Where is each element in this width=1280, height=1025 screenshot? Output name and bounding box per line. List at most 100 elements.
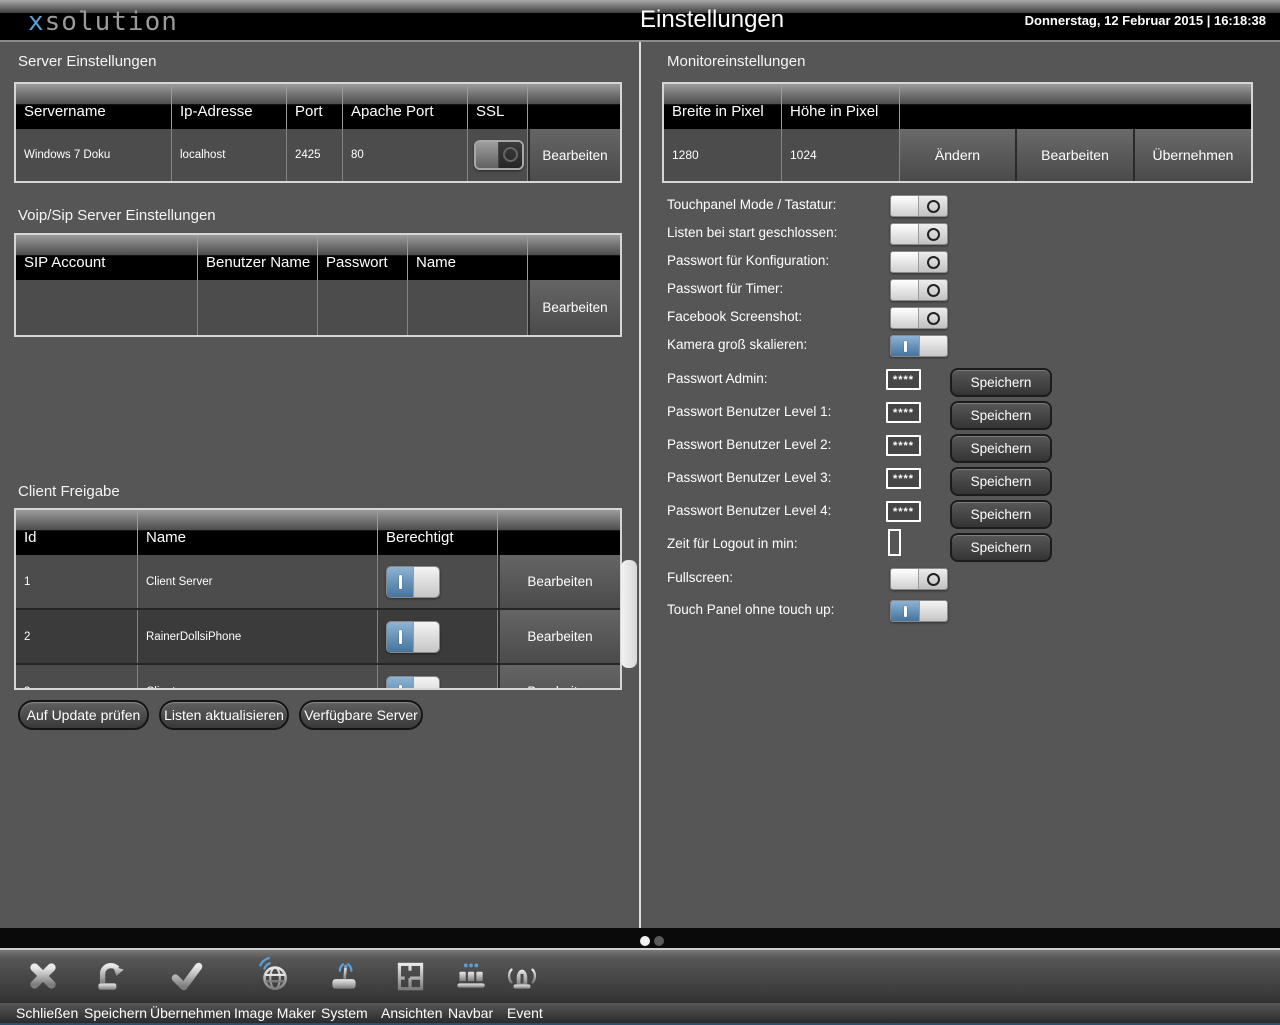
cell-name: Client [138,665,378,690]
logout-zeit-label: Zeit für Logout in min: [667,536,798,551]
client-row-3: 3 Client Bearbeiten [16,665,620,690]
monitor-edit-button[interactable]: Bearbeiten [1017,129,1133,181]
logout-zeit-save-button[interactable]: Speichern [950,533,1052,562]
logo-x: x [28,7,45,37]
fullscreen-toggle[interactable] [890,568,948,590]
client-row-1: 1 Client Server Bearbeiten [16,555,620,608]
monitor-change-button[interactable]: Ändern [900,129,1015,181]
voip-edit-button[interactable]: Bearbeiten [528,280,620,335]
col-actions [528,235,620,280]
col-servername: Servername [16,84,172,129]
app-logo: xsolution [28,7,178,37]
cell-breite: 1280 [664,129,782,181]
col-sip-account: SIP Account [16,235,198,280]
passwort-timer-label: Passwort für Timer: [667,281,783,296]
cell-passwort [318,280,408,335]
floorplan-icon[interactable] [391,957,429,995]
passwort-konfiguration-toggle[interactable] [890,251,948,273]
close-icon[interactable] [24,957,62,995]
touchpanel-mode-toggle[interactable] [890,195,948,217]
listen-geschlossen-toggle[interactable] [890,223,948,245]
cell-berechtigt [378,665,498,690]
berechtigt-toggle-2[interactable] [386,621,440,653]
voip-table-header: SIP Account Benutzer Name Passwort Name [16,235,620,280]
passwort-timer-toggle[interactable] [890,279,948,301]
passwort-admin-save-button[interactable]: Speichern [950,368,1052,397]
server-table-header: Servername Ip-Adresse Port Apache Port S… [16,84,620,129]
client-edit-button-1[interactable]: Bearbeiten [498,555,620,608]
col-name: Name [138,510,378,555]
toolbar-label-schliessen[interactable]: Schließen [16,1005,78,1021]
column-divider [639,42,641,928]
col-actions [528,84,620,129]
toolbar-label-speichern[interactable]: Speichern [84,1005,147,1021]
toolbar-label-bar: Schließen Speichern Übernehmen Image Mak… [0,1003,1280,1025]
monitor-table: Breite in Pixel Höhe in Pixel 1280 1024 … [662,82,1253,183]
cell-ssl [468,129,528,181]
bottom-toolbar [0,948,1280,1003]
client-edit-button-2[interactable]: Bearbeiten [498,610,620,663]
client-table-scrollbar[interactable] [621,560,637,668]
page-indicator-dot-inactive[interactable] [654,936,664,946]
facebook-screenshot-toggle[interactable] [890,307,948,329]
passwort-level4-field[interactable] [886,501,921,522]
monitor-table-row: 1280 1024 Ändern Bearbeiten Übernehmen [664,129,1251,181]
berechtigt-toggle-1[interactable] [386,566,440,598]
passwort-level3-save-button[interactable]: Speichern [950,467,1052,496]
toolbar-label-navbar[interactable]: Navbar [448,1005,493,1021]
server-table: Servername Ip-Adresse Port Apache Port S… [14,82,622,183]
col-port: Port [287,84,343,129]
logout-zeit-field[interactable] [888,529,901,556]
check-icon[interactable] [168,957,206,995]
passwort-level3-field[interactable] [886,468,921,489]
passwort-level2-label: Passwort Benutzer Level 2: [667,437,831,452]
passwort-level4-save-button[interactable]: Speichern [950,500,1052,529]
kamera-skalieren-toggle[interactable] [890,335,948,357]
cell-berechtigt [378,610,498,663]
page-indicator-dot-active[interactable] [640,936,650,946]
passwort-level1-label: Passwort Benutzer Level 1: [667,404,831,419]
client-table-header: Id Name Berechtigt [16,510,620,555]
monitor-apply-button[interactable]: Übernehmen [1135,129,1251,181]
col-berechtigt: Berechtigt [378,510,498,555]
client-edit-button-3[interactable]: Bearbeiten [498,665,620,690]
siren-icon[interactable] [503,957,541,995]
ssl-toggle[interactable] [474,140,524,170]
cell-berechtigt [378,555,498,608]
col-breite: Breite in Pixel [664,84,782,129]
toggle-off-ring-icon [927,573,940,586]
facebook-screenshot-label: Facebook Screenshot: [667,309,802,324]
passwort-level2-field[interactable] [886,435,921,456]
passwort-level1-save-button[interactable]: Speichern [950,401,1052,430]
passwort-level2-save-button[interactable]: Speichern [950,434,1052,463]
cell-id: 1 [16,555,138,608]
cell-name [408,280,528,335]
monitor-table-header: Breite in Pixel Höhe in Pixel [664,84,1251,129]
toolbar-label-image-maker[interactable]: Image Maker [234,1005,316,1021]
server-edit-button[interactable]: Bearbeiten [528,129,620,181]
passwort-admin-field[interactable] [886,369,921,390]
server-table-row: Windows 7 Doku localhost 2425 80 Bearbei… [16,129,620,181]
save-icon[interactable] [91,957,129,995]
col-actions [498,510,620,555]
toolbar-label-uebernehmen[interactable]: Übernehmen [150,1005,231,1021]
touch-ohne-up-toggle[interactable] [890,600,948,622]
check-update-button[interactable]: Auf Update prüfen [18,700,149,730]
logo-rest: solution [45,7,178,37]
listen-geschlossen-label: Listen bei start geschlossen: [667,225,837,240]
page-title: Einstellungen [640,6,784,34]
available-servers-button[interactable]: Verfügbare Server [299,700,423,730]
router-icon[interactable] [325,957,363,995]
col-ip-adresse: Ip-Adresse [172,84,287,129]
globe-icon[interactable] [255,957,293,995]
voip-table: SIP Account Benutzer Name Passwort Name … [14,233,622,337]
berechtigt-toggle-3[interactable] [386,676,440,691]
toggle-off-ring-icon [927,256,940,269]
toolbar-label-ansichten[interactable]: Ansichten [381,1005,442,1021]
toolbar-label-event[interactable]: Event [507,1005,543,1021]
toolbar-label-system[interactable]: System [321,1005,368,1021]
refresh-lists-button[interactable]: Listen aktualisieren [159,700,289,730]
passwort-level1-field[interactable] [886,402,921,423]
cell-hoehe: 1024 [782,129,900,181]
navbar-icon[interactable] [451,957,489,995]
